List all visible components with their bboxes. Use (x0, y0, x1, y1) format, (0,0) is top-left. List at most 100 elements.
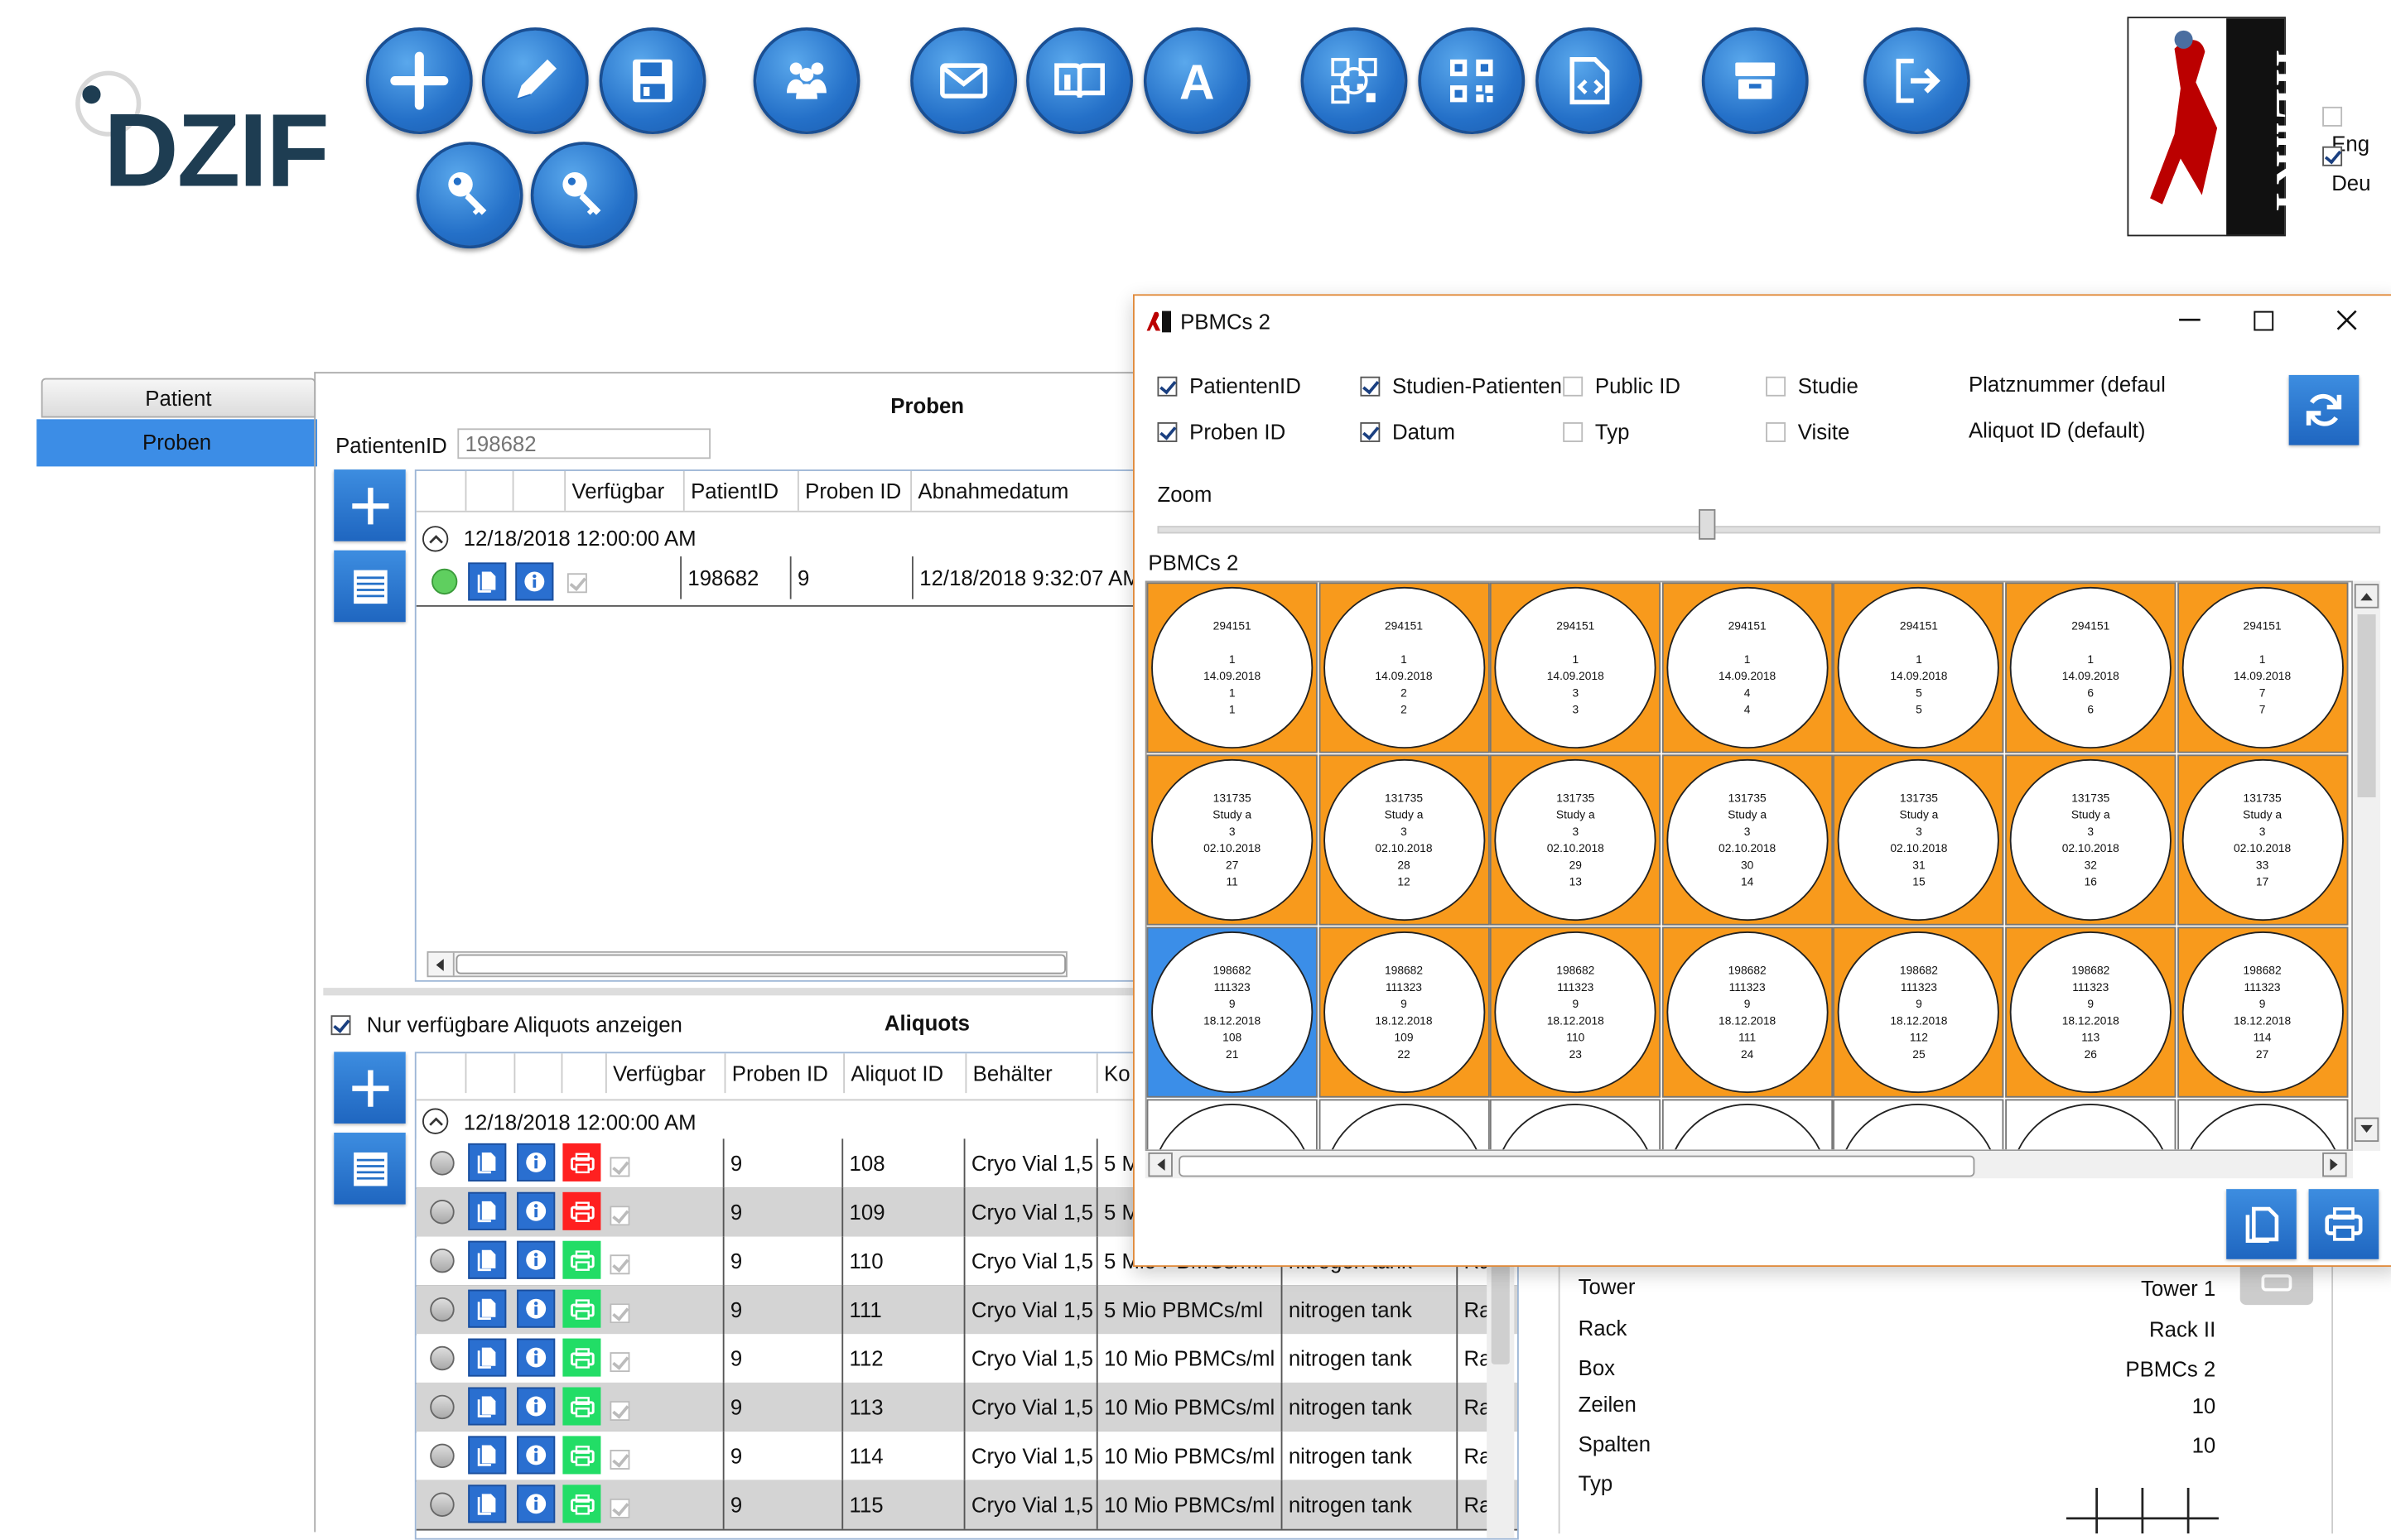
aliquot-available-checkbox[interactable] (610, 1499, 630, 1519)
font-button[interactable]: A (1143, 27, 1251, 135)
sample-list-button[interactable] (334, 550, 406, 623)
export-button[interactable] (1535, 27, 1642, 135)
box-position-empty[interactable] (1833, 1099, 2005, 1150)
aliquot-info-button[interactable] (517, 1191, 556, 1230)
aliquot-available-checkbox[interactable] (610, 1450, 630, 1470)
qr-scan-button[interactable] (1300, 27, 1408, 135)
box-position[interactable]: 294151 1 14.09.2018 6 6 (2005, 582, 2176, 753)
aliquot-info-button[interactable] (517, 1143, 556, 1181)
sample-copy-button[interactable] (468, 562, 507, 601)
aliquot-print-button[interactable] (562, 1387, 601, 1426)
zoom-slider[interactable] (1157, 508, 2381, 540)
aliquot-info-button[interactable] (517, 1436, 556, 1475)
aliquot-list-button[interactable] (334, 1133, 406, 1205)
aliquot-group-toggle[interactable] (422, 1108, 449, 1134)
visite-checkbox[interactable] (1766, 422, 1786, 443)
aliquot-select-radio[interactable] (430, 1151, 455, 1176)
proben-col-probenid[interactable]: Proben ID (799, 470, 913, 511)
refresh-button[interactable] (2288, 374, 2360, 445)
aliquot-row[interactable]: 9 114 Cryo Vial 1,5 10 Mio PBMCs/ml nitrogen… (416, 1431, 1517, 1482)
aliquot-col-blank-4[interactable] (562, 1053, 607, 1094)
aliquot-print-button[interactable] (562, 1191, 601, 1230)
studie-checkbox[interactable] (1766, 377, 1786, 397)
aliquot-col-blank-2[interactable] (466, 1053, 516, 1094)
qr-code-button[interactable] (1418, 27, 1526, 135)
public-id-checkbox[interactable] (1563, 377, 1584, 397)
box-position[interactable]: 131735 Study a 3 02.10.2018 30 14 (1661, 754, 1833, 926)
aliquot-col-verfuegbar[interactable]: Verfügbar (607, 1053, 726, 1094)
aliquot-select-radio[interactable] (430, 1492, 455, 1517)
aliquot-filter[interactable]: Nur verfügbare Aliquots anzeigen (330, 1013, 682, 1040)
option-proben-id[interactable]: Proben ID (1157, 419, 1285, 446)
grid-hscroll-thumb[interactable] (1179, 1155, 1975, 1177)
aliquot-select-radio[interactable] (430, 1297, 455, 1322)
users-button[interactable] (753, 27, 860, 135)
maximize-button[interactable] (2248, 305, 2278, 335)
aliquot-filter-checkbox[interactable] (330, 1015, 351, 1036)
typ-checkbox[interactable] (1563, 422, 1584, 443)
language-deu[interactable]: Deu (2322, 143, 2391, 198)
patientenid-checkbox[interactable] (1157, 377, 1178, 397)
key-button-1[interactable] (416, 142, 523, 249)
aliquot-info-button[interactable] (517, 1338, 556, 1377)
aliquot-available-checkbox[interactable] (610, 1254, 630, 1275)
aliquot-copy-button[interactable] (468, 1387, 507, 1426)
option-datum[interactable]: Datum (1360, 419, 1455, 446)
box-position[interactable]: 131735 Study a 3 02.10.2018 29 13 (1490, 754, 1661, 926)
aliquot-col-behaelter[interactable]: Behälter (967, 1053, 1098, 1094)
option-visite[interactable]: Visite (1766, 419, 1849, 446)
aliquot-select-radio[interactable] (430, 1200, 455, 1225)
aliquot-info-button[interactable] (517, 1240, 556, 1279)
aliquot-select-radio[interactable] (430, 1248, 455, 1273)
aliquot-copy-button[interactable] (468, 1436, 507, 1475)
aliquot-print-button[interactable] (562, 1240, 601, 1279)
edit-button[interactable] (481, 27, 589, 135)
aliquot-print-button[interactable] (562, 1485, 601, 1523)
option-typ[interactable]: Typ (1563, 419, 1629, 446)
aliquot-select-radio[interactable] (430, 1345, 455, 1371)
box-grid-vertical-scrollbar[interactable] (2352, 580, 2381, 1152)
patient-id-input[interactable] (457, 428, 711, 460)
aliquot-info-button[interactable] (517, 1485, 556, 1523)
datum-checkbox[interactable] (1360, 422, 1381, 443)
box-position[interactable]: 198682 111323 9 18.12.2018 111 24 (1661, 926, 1833, 1098)
dialog-copy-button[interactable] (2226, 1189, 2297, 1259)
aliquot-available-checkbox[interactable] (610, 1157, 630, 1177)
proben-horizontal-scrollbar[interactable] (427, 950, 1068, 978)
aliquot-col-blank-1[interactable] (417, 1053, 467, 1094)
aliquot-select-radio[interactable] (430, 1443, 455, 1469)
grid-vscroll-thumb[interactable] (2357, 614, 2376, 797)
box-position[interactable]: 294151 1 14.09.2018 1 1 (1146, 582, 1318, 753)
aliquot-copy-button[interactable] (468, 1485, 507, 1523)
aliquot-copy-button[interactable] (468, 1289, 507, 1328)
aliquot-copy-button[interactable] (468, 1338, 507, 1377)
dialog-print-button[interactable] (2308, 1189, 2379, 1259)
add-sample-button[interactable] (334, 469, 406, 541)
box-position-empty[interactable] (1490, 1099, 1661, 1150)
aliquot-print-button[interactable] (562, 1436, 601, 1475)
sample-available-checkbox[interactable] (566, 573, 587, 594)
aliquot-copy-button[interactable] (468, 1240, 507, 1279)
dialog-titlebar[interactable]: PBMCs 2 (1135, 296, 2391, 348)
deu-checkbox[interactable] (2322, 147, 2343, 167)
proben-group-toggle[interactable] (422, 526, 449, 552)
add-aliquot-button[interactable] (334, 1052, 406, 1124)
proben-col-patientid[interactable]: PatientID (685, 470, 799, 511)
aliquot-available-checkbox[interactable] (610, 1206, 630, 1226)
box-position[interactable]: 294151 1 14.09.2018 7 7 (2176, 582, 2348, 753)
proben-col-blank-1[interactable] (417, 470, 467, 511)
aliquot-row[interactable]: 9 113 Cryo Vial 1,5 10 Mio PBMCs/ml nitrogen… (416, 1382, 1517, 1433)
aliquot-available-checkbox[interactable] (610, 1352, 630, 1373)
proben-id-checkbox[interactable] (1157, 422, 1178, 443)
minimize-button[interactable] (2175, 305, 2205, 335)
proben-col-blank-3[interactable] (513, 470, 566, 511)
box-position[interactable]: 131735 Study a 3 02.10.2018 33 17 (2176, 754, 2348, 926)
box-position[interactable]: 198682 111323 9 18.12.2018 108 21 (1146, 926, 1318, 1098)
nav-tab-patient[interactable]: Patient (41, 378, 316, 418)
add-button[interactable] (365, 27, 473, 135)
aliquot-col-aliquotid[interactable]: Aliquot ID (845, 1053, 967, 1094)
aliquot-row[interactable]: 9 115 Cryo Vial 1,5 10 Mio PBMCs/ml nitrogen… (416, 1480, 1517, 1531)
box-position[interactable]: 294151 1 14.09.2018 2 2 (1318, 582, 1490, 753)
box-position[interactable]: 131735 Study a 3 02.10.2018 28 12 (1318, 754, 1490, 926)
aliquot-row[interactable]: 9 111 Cryo Vial 1,5 5 Mio PBMCs/ml nitrogen … (416, 1285, 1517, 1335)
